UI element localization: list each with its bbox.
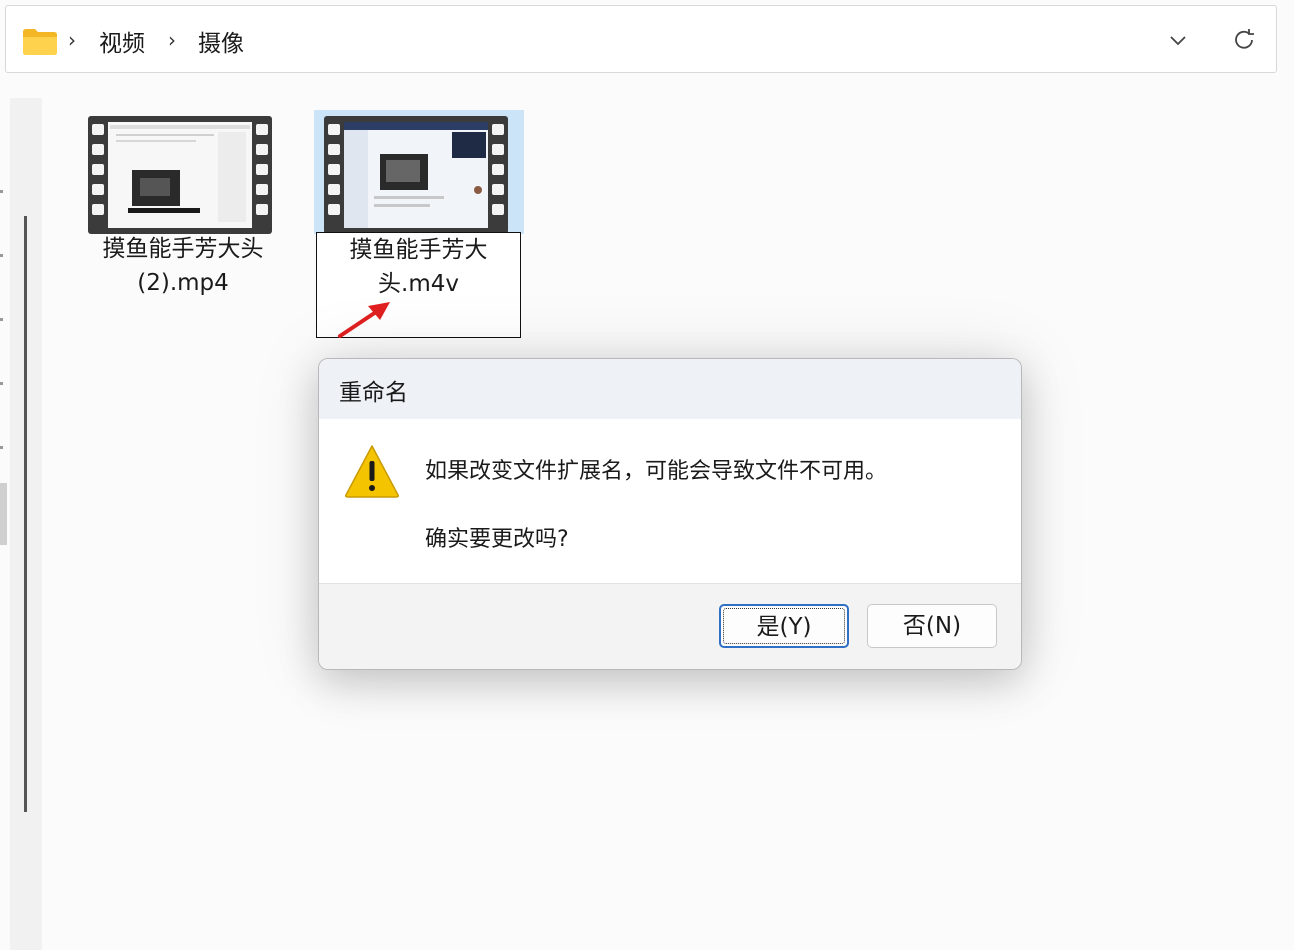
scrollbar-track[interactable] [24,216,27,812]
file-thumbnail[interactable] [78,110,288,234]
red-arrow-icon [338,302,390,338]
dialog-question: 确实要更改吗? [425,527,569,552]
no-button[interactable]: 否(N) [867,604,997,648]
dialog-title: 重命名 [339,380,408,406]
edge-mark [0,254,3,257]
refresh-icon[interactable] [1230,26,1258,54]
edge-mark [0,382,3,385]
address-bar[interactable]: › 视频 › 摄像 [5,5,1277,73]
breadcrumb-separator: › [168,28,176,52]
dialog-message: 如果改变文件扩展名，可能会导致文件不可用。 [425,459,888,484]
folder-icon [23,29,57,55]
breadcrumb-item-videos[interactable]: 视频 [99,24,145,58]
file-name-label: 摸鱼能手芳大头 (2).mp4 [102,236,264,296]
yes-button[interactable]: 是(Y) [719,604,849,648]
breadcrumb-item-camera[interactable]: 摄像 [198,24,244,58]
video-thumbnail-icon [324,116,508,234]
video-thumbnail-icon [88,116,272,234]
edge-mark [0,318,3,321]
chevron-down-icon[interactable] [1164,26,1192,54]
warning-icon [345,445,399,498]
rename-dialog: 重命名 如果改变文件扩展名，可能会导致文件不可用。 确实要更改吗? 是(Y) 否… [318,358,1022,670]
edge-mark [0,446,3,449]
dialog-title-bar[interactable]: 重命名 [319,359,1021,419]
breadcrumb-separator: › [68,28,76,52]
scrollbar-thumb[interactable] [0,483,7,545]
file-thumbnail[interactable] [314,110,524,234]
dialog-footer: 是(Y) 否(N) [319,583,1021,669]
edge-mark [0,190,3,193]
